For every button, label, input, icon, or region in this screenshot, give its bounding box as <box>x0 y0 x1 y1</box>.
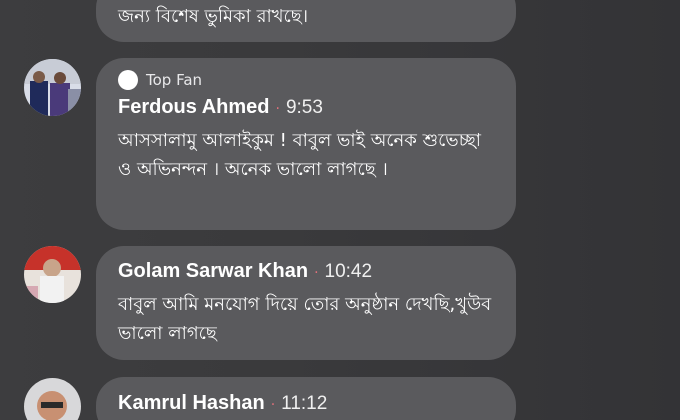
comment-bubble: জন্য বিশেষ ভুমিকা রাখছে। <box>96 0 516 42</box>
comment-author[interactable]: Ferdous Ahmed <box>118 96 270 119</box>
separator-dot: · <box>270 397 276 413</box>
comment-author[interactable]: Kamrul Hashan <box>118 392 265 415</box>
comment-author[interactable]: Golam Sarwar Khan <box>118 260 308 283</box>
comment-timestamp[interactable]: 10:42 <box>325 261 373 283</box>
comment-bubble: Top Fan Ferdous Ahmed · 9:53 আসসালামু আল… <box>96 58 516 230</box>
separator-dot: · <box>314 265 319 281</box>
comment-text: আসসালামু আলাইকুম ! বাবুল ভাই অনেক শুভেচ্… <box>118 130 481 180</box>
avatar[interactable] <box>24 246 81 303</box>
avatar[interactable] <box>24 59 81 116</box>
comment-bubble: Kamrul Hashan · 11:12 <box>96 377 516 420</box>
comment-text: বাবুল আমি মনযোগ দিয়ে তোর অনুষ্ঠান দেখছি… <box>118 294 492 344</box>
separator-dot: · <box>275 101 280 117</box>
top-fan-badge: Top Fan <box>118 70 494 90</box>
comment-timestamp[interactable]: 9:53 <box>286 97 323 119</box>
comment-text: জন্য বিশেষ ভুমিকা রাখছে। <box>118 6 309 27</box>
top-fan-icon <box>118 70 138 90</box>
top-fan-label: Top Fan <box>146 71 203 89</box>
comment-timestamp[interactable]: 11:12 <box>281 393 327 415</box>
comment-bubble: Golam Sarwar Khan · 10:42 বাবুল আমি মনযো… <box>96 246 516 360</box>
avatar[interactable] <box>24 378 81 420</box>
